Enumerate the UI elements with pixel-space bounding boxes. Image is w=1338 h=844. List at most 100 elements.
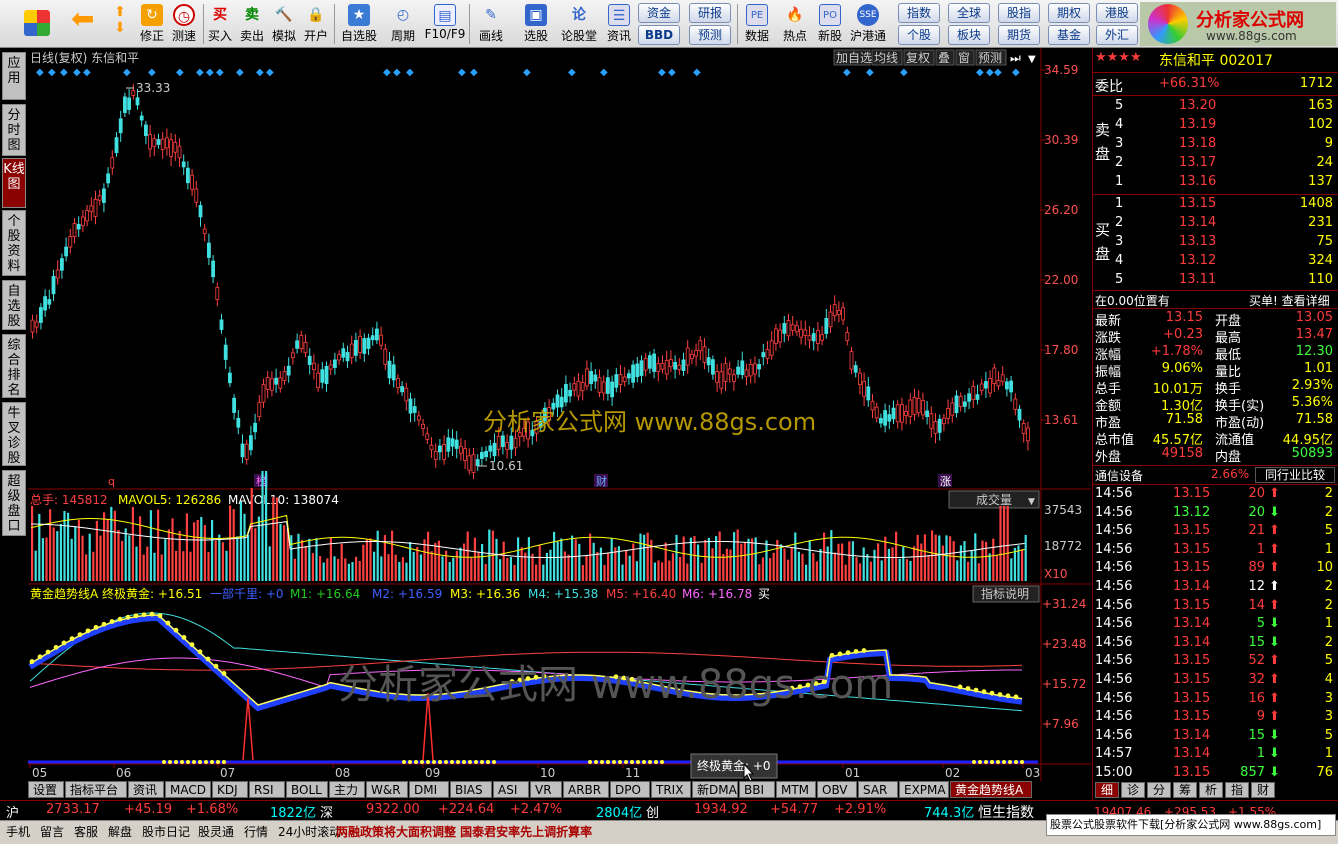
ad-banner[interactable]: 股票公式股票软件下载[分析家公式网 www.88gs.com] [1046,814,1336,836]
volume-bar [232,509,235,581]
tab-a[interactable]: 黄金趋势线A [950,781,1032,798]
period-button[interactable]: ◴ 周期 [384,2,422,46]
bottom-link[interactable]: 留言 [40,823,64,841]
lefttab-timeshare[interactable]: 分时图 [2,104,26,156]
panel-tab[interactable]: 析 [1199,782,1223,798]
fund-button[interactable]: 基金 [1048,25,1090,45]
baseline-dot [192,760,196,764]
lefttab-apps[interactable]: 应用 [2,52,26,100]
funds-button[interactable]: 资金 [638,3,680,23]
news-ticker[interactable]: 两融政策将大面积调整 国泰君安率先上调折算率 [336,823,592,841]
futures-index-button[interactable]: 股指 [998,3,1040,23]
tab-macd[interactable]: MACD [165,781,211,798]
global-button[interactable]: 全球 [948,3,990,23]
speed-test-button[interactable]: ◷ 测速 [169,2,199,46]
tab-expma[interactable]: EXPMA [899,781,949,798]
panel-tab[interactable]: 分 [1147,782,1171,798]
tab-boll[interactable]: BOLL [286,781,328,798]
tab-obv[interactable]: OBV [817,781,857,798]
app-menu-button[interactable] [20,2,54,46]
tab-sar[interactable]: SAR [858,781,898,798]
tab-vr[interactable]: VR [530,781,562,798]
tab-item[interactable]: 主力 [329,781,365,798]
options-button[interactable]: 期权 [1048,3,1090,23]
hk-connect-button[interactable]: SSE 沪港通 [848,2,888,46]
tab-kdj[interactable]: KDJ [212,781,248,798]
bottom-link[interactable]: 手机 [6,823,30,841]
bottom-link[interactable]: 行情 [244,823,268,841]
bottom-link[interactable]: 24小时滚动 [278,823,341,841]
data-button[interactable]: PE 数据 [740,2,774,46]
panel-tab[interactable]: 指 [1225,782,1249,798]
industry-compare-button[interactable]: 同行业比较 [1255,467,1335,483]
hk-stock-button[interactable]: 港股 [1096,3,1138,23]
bottom-link[interactable]: 股市日记 [142,823,190,841]
nav-end-icon: ⏭ [1010,51,1021,65]
watchlist-button[interactable]: ★ 自选股 [338,2,380,46]
lefttab-kline[interactable]: K线图 [2,158,26,208]
panel-tab[interactable]: 财 [1251,782,1275,798]
volume-bar [995,554,998,581]
tab-item[interactable]: 资讯 [128,781,164,798]
panel-tab[interactable]: 筹 [1173,782,1197,798]
arrow-down-icon: ⬇ [1269,504,1280,520]
lefttab-level2[interactable]: 超级盘口 [2,470,26,536]
tab-rsi[interactable]: RSI [249,781,285,798]
tab-arbr[interactable]: ARBR [563,781,609,798]
flower-logo-icon [1148,4,1188,44]
back-button[interactable]: ⬅ [66,2,98,46]
candle-body [265,377,270,390]
stock-select-button[interactable]: ▣ 选股 [516,2,556,46]
volume-bar [434,542,437,581]
tab-asi[interactable]: ASI [493,781,529,798]
index-button[interactable]: 指数 [898,3,940,23]
lefttab-profile[interactable]: 个股资料 [2,210,26,276]
open-account-button[interactable]: 🔒 开户 [302,2,330,46]
tab-item[interactable]: 设置 [28,781,64,798]
correct-button[interactable]: ↻ 修正 [138,2,166,46]
panel-tab[interactable]: 细 [1095,782,1119,798]
lefttab-ranking[interactable]: 综合排名 [2,334,26,398]
kline-chart[interactable]: 日线(复权) 东信和平 加自选 均线 复权叠窗预测 ⏭ ▼ ◆ ◆ ◆ ◆ ◆ ◆ ◆ ◆ ◆ ◆ ◆ ◆ ◆ ◆… [28,48,1091,781]
tab-mtm[interactable]: MTM [776,781,816,798]
tab-dmi[interactable]: DMI [409,781,449,798]
tab-item[interactable]: 指标平台 [65,781,127,798]
buy-button[interactable]: 买买入 [206,2,234,46]
candle-body [64,246,68,257]
research-button[interactable]: 研报 [689,3,731,23]
panel-tab[interactable]: 诊 [1121,782,1145,798]
bottom-link[interactable]: 客服 [74,823,98,841]
candle-body [337,354,342,361]
tab-w-r[interactable]: W&R [366,781,408,798]
forum-button[interactable]: 论论股堂 [560,2,598,46]
bottom-link[interactable]: 股灵通 [198,823,234,841]
tab-trix[interactable]: TRIX [651,781,691,798]
tab-dpo[interactable]: DPO [610,781,650,798]
page-up-down[interactable]: ⬆ ⬇ [106,2,134,46]
volume-bar [909,560,912,581]
hotspot-button[interactable]: 🔥 热点 [778,2,812,46]
volume-bar [81,535,84,581]
bottom-link[interactable]: 解盘 [108,823,132,841]
lefttab-diagnosis[interactable]: 牛叉诊股 [2,402,26,466]
volume-bar [326,558,329,581]
simulate-button[interactable]: 🔨 模拟 [270,2,298,46]
tab-dma[interactable]: 新DMA [692,781,738,798]
draw-line-button[interactable]: ✎ 画线 [472,2,510,46]
forecast-button[interactable]: 预测 [689,25,731,45]
sector-button[interactable]: 板块 [948,25,990,45]
volume-bar [423,539,426,581]
ipo-button[interactable]: PO 新股 [814,2,846,46]
sell-button[interactable]: 卖卖出 [238,2,266,46]
indicator-value: M3: +16.36 [450,587,520,601]
tab-bias[interactable]: BIAS [450,781,492,798]
lefttab-watchlist[interactable]: 自选股 [2,280,26,330]
baseline-dot [1008,760,1012,764]
stock-button[interactable]: 个股 [898,25,940,45]
forex-button[interactable]: 外汇 [1096,25,1138,45]
f10-button[interactable]: ▤ F10/F9 [424,2,466,46]
news-button[interactable]: ☰ 资讯 [604,2,634,46]
futures-button[interactable]: 期货 [998,25,1040,45]
bbd-button[interactable]: BBD [638,25,680,45]
tab-bbi[interactable]: BBI [739,781,775,798]
